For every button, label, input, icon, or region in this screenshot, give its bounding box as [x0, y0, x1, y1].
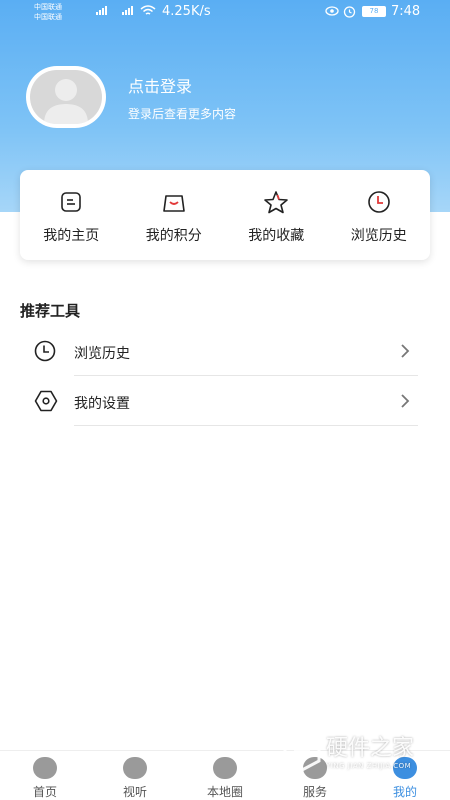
- eye-icon: [325, 6, 339, 16]
- clock-icon: [367, 191, 390, 213]
- avatar[interactable]: [26, 66, 106, 128]
- shopping-bag-icon: [162, 195, 185, 212]
- tools-section-title: 推荐工具: [20, 302, 81, 320]
- alarm-icon: [343, 6, 356, 18]
- login-link[interactable]: 点击登录: [128, 73, 192, 97]
- nav-tab-label: 我的: [392, 785, 417, 799]
- watermark-subtext: YING JIAN ZHIJIA.COM: [326, 762, 412, 770]
- battery-indicator: 78: [362, 6, 386, 17]
- quick-links-card: 我的主页 我的积分 我的收藏 浏览历史: [20, 170, 430, 260]
- chevron-right-icon: [401, 394, 410, 408]
- local-circle-icon: [213, 757, 237, 779]
- watermark-logo-icon: [283, 730, 321, 772]
- quick-link-label: 我的积分: [145, 228, 202, 244]
- watermark-text: 硬件之家: [326, 736, 415, 761]
- quick-link-homepage[interactable]: 我的主页: [20, 170, 123, 260]
- nav-tab-label: 首页: [32, 785, 57, 799]
- quick-link-favorites[interactable]: 我的收藏: [225, 170, 328, 260]
- play-icon: [123, 757, 147, 779]
- status-time: 7:48: [391, 4, 421, 19]
- tool-item-history[interactable]: 浏览历史: [34, 326, 418, 376]
- nav-tab-media[interactable]: 视听: [90, 751, 180, 800]
- nav-tab-label: 服务: [302, 785, 327, 799]
- wifi-icon: [140, 5, 156, 15]
- watermark: 硬件之家 YING JIAN ZHIJIA.COM: [282, 730, 442, 780]
- signal-icon: [96, 6, 107, 15]
- quick-link-label: 我的主页: [43, 228, 100, 244]
- signal-icon-2: [122, 6, 133, 15]
- tool-item-label: 我的设置: [74, 396, 130, 412]
- tool-item-label: 浏览历史: [74, 346, 130, 362]
- tool-item-settings[interactable]: 我的设置: [34, 376, 418, 426]
- nav-tab-local[interactable]: 本地圈: [180, 751, 270, 800]
- login-subtitle: 登录后查看更多内容: [128, 107, 237, 121]
- quick-link-history[interactable]: 浏览历史: [328, 170, 431, 260]
- chevron-right-icon: [401, 344, 410, 358]
- divider: [74, 425, 418, 426]
- nav-tab-label: 视听: [122, 785, 147, 799]
- quick-link-label: 我的收藏: [248, 228, 305, 244]
- carrier-labels: 中国联通 中国联通: [34, 2, 62, 22]
- star-icon: [264, 191, 289, 214]
- carrier-2: 中国联通: [34, 13, 62, 21]
- nav-tab-label: 本地圈: [206, 785, 243, 799]
- home-icon: [33, 757, 57, 779]
- quick-link-points[interactable]: 我的积分: [123, 170, 226, 260]
- carrier-1: 中国联通: [34, 3, 62, 11]
- nav-tab-home[interactable]: 首页: [0, 751, 90, 800]
- default-avatar-icon: [30, 70, 102, 124]
- quick-link-label: 浏览历史: [350, 228, 407, 244]
- status-bar: 中国联通 中国联通 4.25K/s 78 7:48: [0, 0, 450, 26]
- clock-icon: [34, 340, 56, 362]
- network-speed: 4.25K/s: [162, 4, 211, 19]
- homepage-icon: [61, 192, 82, 212]
- settings-hexagon-icon: [34, 390, 58, 412]
